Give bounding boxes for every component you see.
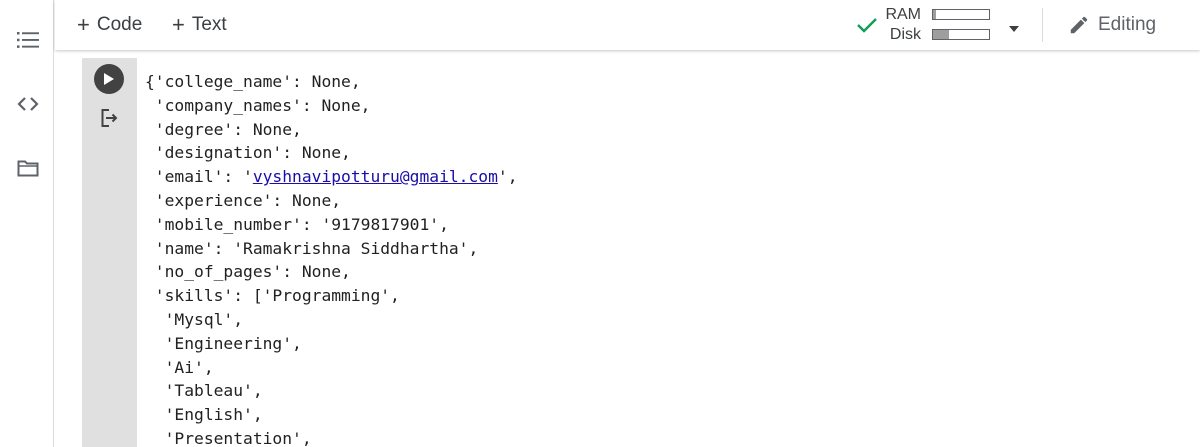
table-of-contents-icon[interactable] xyxy=(15,27,41,53)
output-line-prefix: 'email': ' xyxy=(145,167,253,187)
toolbar-divider xyxy=(1042,8,1043,42)
output-line: 'Ai', xyxy=(145,357,214,377)
plus-icon: + xyxy=(172,12,185,37)
output-line: 'mobile_number': '9179817901', xyxy=(145,214,449,234)
code-snippets-icon[interactable] xyxy=(15,91,41,117)
left-sidebar xyxy=(0,0,54,447)
play-icon xyxy=(104,73,114,85)
output-line: 'degree': None, xyxy=(145,119,302,139)
editing-label: Editing xyxy=(1098,14,1157,35)
output-line: 'skills': ['Programming', xyxy=(145,286,400,306)
run-cell-button[interactable] xyxy=(94,64,124,94)
disk-label: Disk xyxy=(889,26,921,43)
output-actions-icon[interactable] xyxy=(100,108,120,133)
output-line: 'English', xyxy=(145,405,263,425)
output-line: 'no_of_pages': None, xyxy=(145,262,351,282)
pencil-icon xyxy=(1070,16,1088,34)
cell-gutter xyxy=(82,58,137,447)
ram-usage-fill xyxy=(933,10,936,19)
output-line: 'email': 'vyshnavipotturu@gmail.com', xyxy=(145,165,518,189)
output-line: 'designation': None, xyxy=(145,143,351,163)
resource-monitor[interactable]: RAM Disk xyxy=(856,5,996,45)
output-line: 'company_names': None, xyxy=(145,95,371,115)
output-line: 'Presentation', xyxy=(145,428,312,447)
cell-output: {'college_name': None, 'company_names': … xyxy=(145,70,518,447)
output-line: 'Engineering', xyxy=(145,333,302,353)
output-line: 'Mysql', xyxy=(145,309,244,329)
ram-label: RAM xyxy=(885,6,921,23)
files-folder-icon[interactable] xyxy=(15,155,41,181)
plus-icon: + xyxy=(77,12,90,37)
output-line-suffix: ', xyxy=(497,167,518,187)
add-code-label: Code xyxy=(96,14,143,35)
connected-check-icon xyxy=(856,17,878,38)
runtime-dropdown-icon[interactable] xyxy=(1008,20,1020,38)
add-code-button[interactable]: + Code xyxy=(77,13,142,37)
code-cell[interactable]: {'college_name': None, 'company_names': … xyxy=(82,58,1200,447)
email-link[interactable]: vyshnavipotturu@gmail.com xyxy=(253,167,498,186)
output-line: 'experience': None, xyxy=(145,190,342,210)
notebook-toolbar: + Code + Text RAM Disk Editing xyxy=(55,0,1200,50)
add-text-button[interactable]: + Text xyxy=(172,13,227,37)
editing-mode-button[interactable]: Editing xyxy=(1068,13,1156,37)
add-text-label: Text xyxy=(191,14,227,35)
disk-usage-fill xyxy=(933,30,949,39)
output-line: 'name': 'Ramakrishna Siddhartha', xyxy=(145,238,479,258)
disk-usage-bar xyxy=(932,29,990,40)
output-line: {'college_name': None, xyxy=(145,72,361,91)
output-line: 'Tableau', xyxy=(145,381,263,401)
ram-usage-bar xyxy=(932,9,990,20)
